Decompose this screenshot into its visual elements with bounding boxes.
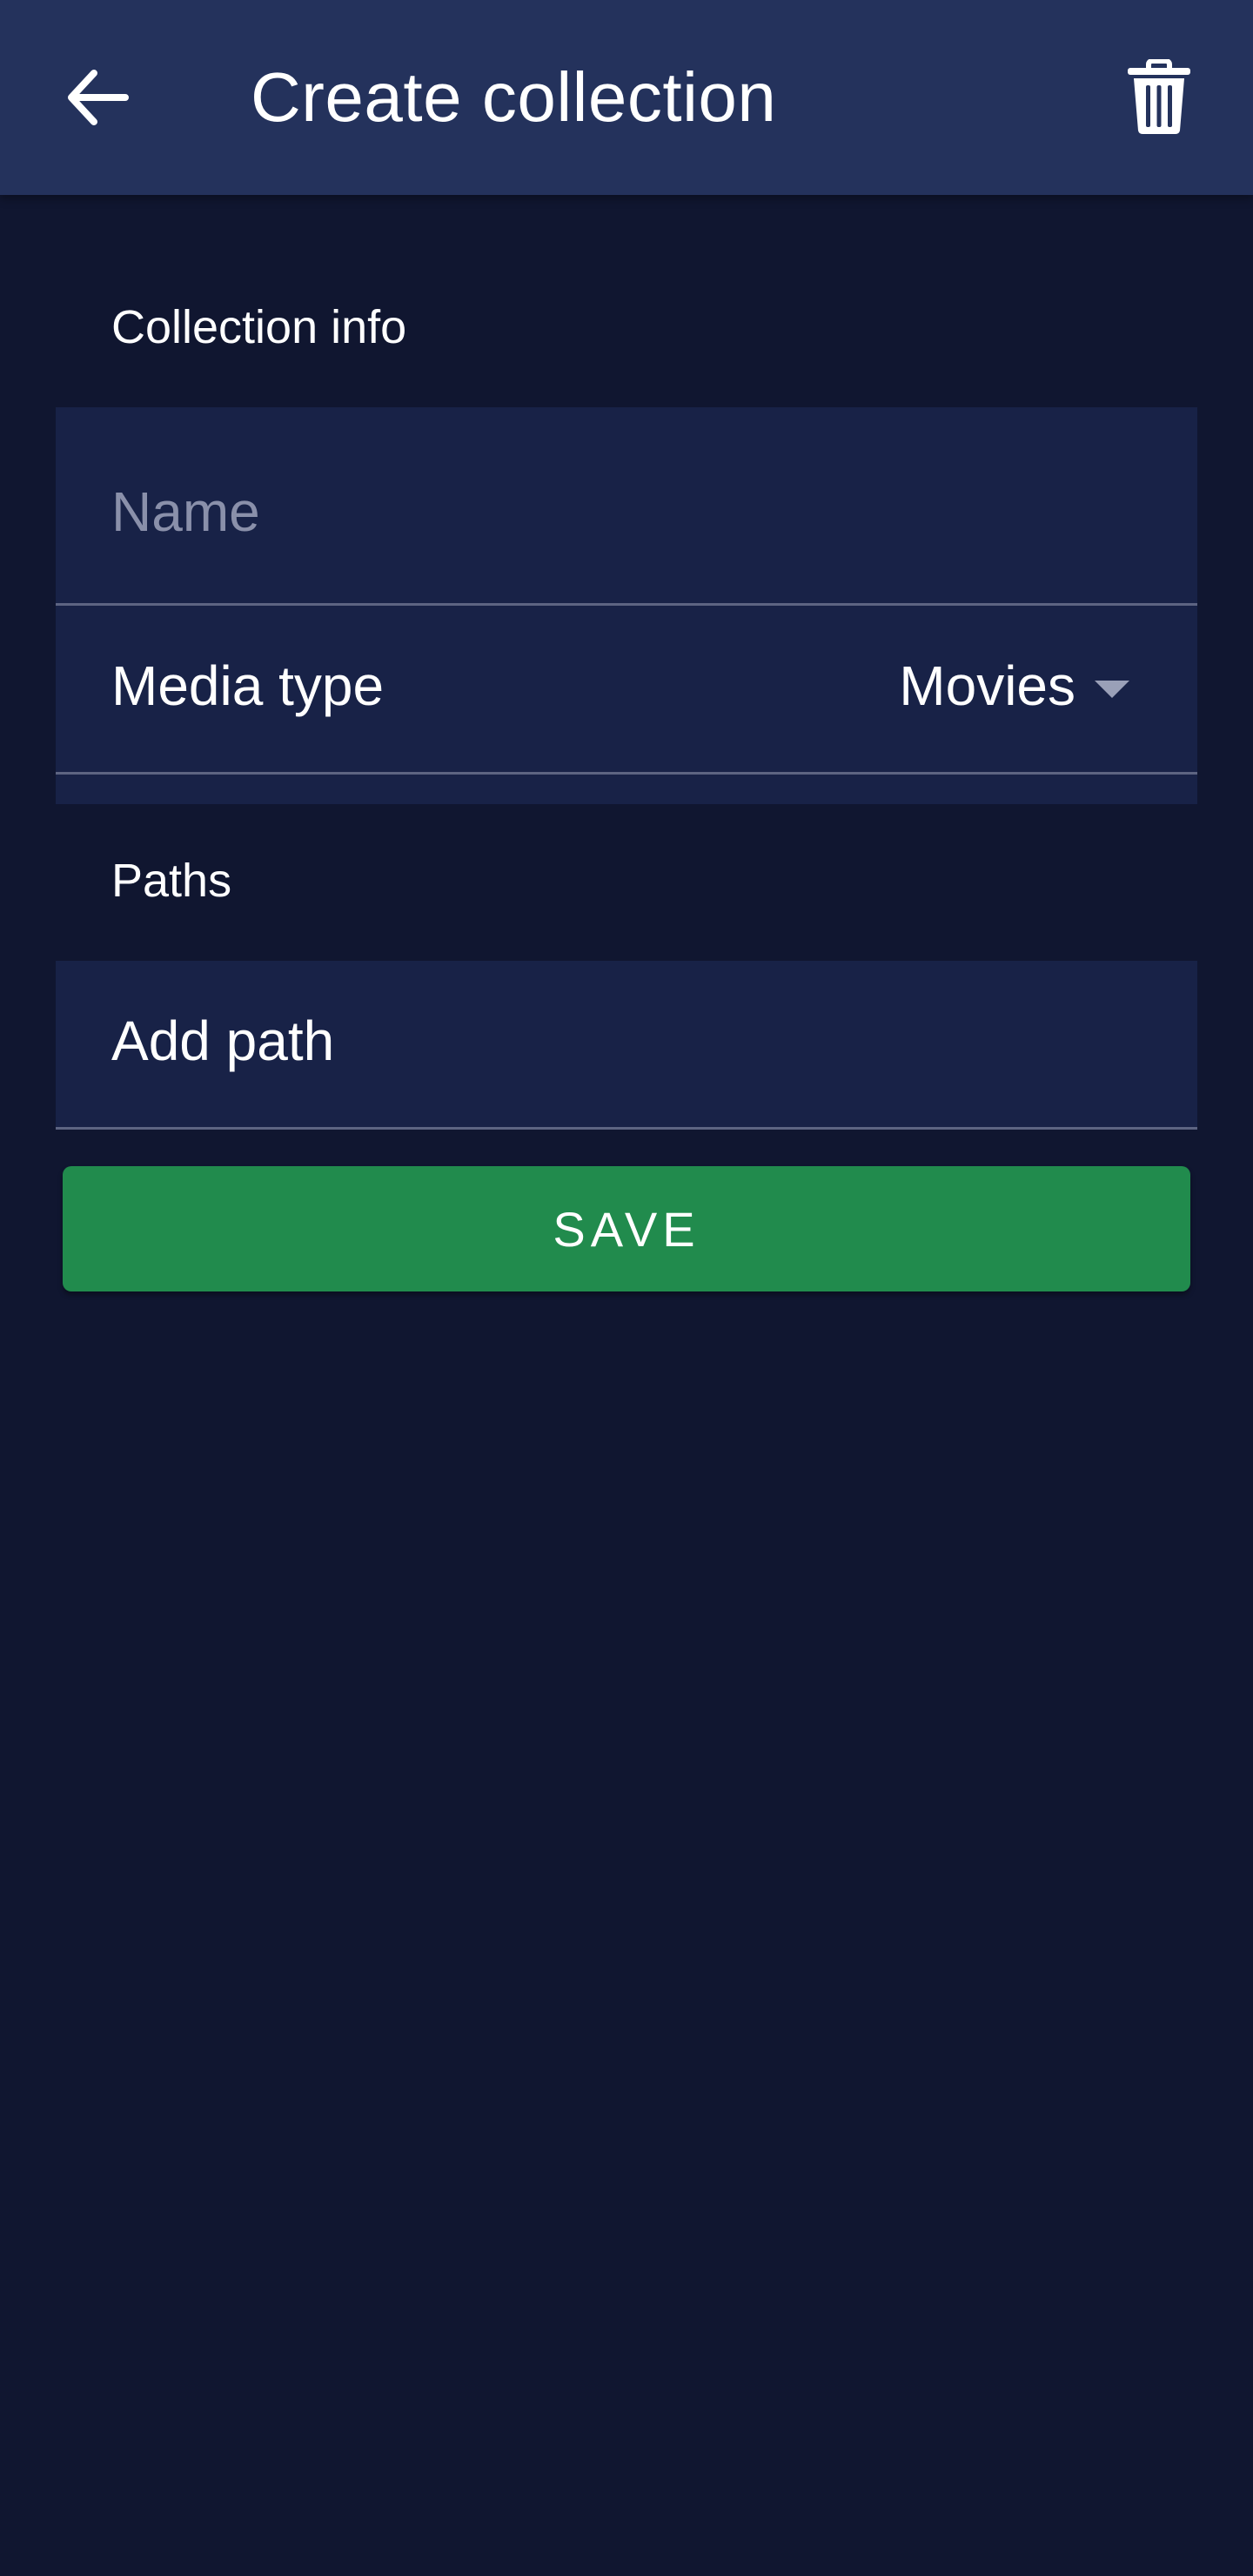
paths-card: Add path xyxy=(56,961,1197,1130)
delete-button[interactable] xyxy=(1107,45,1211,150)
arrow-left-icon xyxy=(68,70,129,125)
section-header-collection-info: Collection info xyxy=(111,301,407,353)
section-header-paths: Paths xyxy=(111,855,232,907)
trash-icon xyxy=(1128,59,1190,134)
app-bar: Create collection xyxy=(0,0,1253,195)
add-path-row[interactable]: Add path xyxy=(56,961,1197,1130)
back-button[interactable] xyxy=(45,45,150,150)
name-row xyxy=(56,407,1197,606)
save-button[interactable]: SAVE xyxy=(63,1166,1190,1291)
name-input[interactable] xyxy=(111,473,1138,551)
media-type-row[interactable]: Media type Movies xyxy=(56,606,1197,775)
dropdown-arrow-icon xyxy=(1095,681,1129,698)
collection-info-card: Media type Movies xyxy=(56,407,1197,804)
page-title: Create collection xyxy=(251,58,777,136)
media-type-label: Media type xyxy=(111,654,385,717)
media-type-value: Movies xyxy=(899,654,1075,717)
media-type-select[interactable]: Movies xyxy=(899,654,1129,718)
add-path-label: Add path xyxy=(111,1010,335,1072)
